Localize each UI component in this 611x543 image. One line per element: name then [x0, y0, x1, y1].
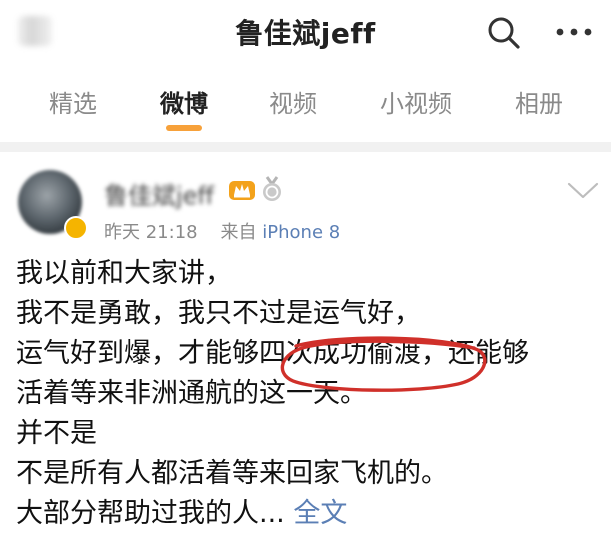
tab-weibo[interactable]: 微博 [160, 84, 208, 119]
post-body: 我以前和大家讲， 我不是勇敢，我只不过是运气好， 运气好到爆，才能够四次成功偷渡… [16, 254, 606, 534]
post-line: 不是所有人都活着等来回家飞机的。 [16, 458, 448, 489]
post-line: 并不是 [16, 418, 97, 449]
crown-badge-icon [229, 181, 255, 200]
full-text-link[interactable]: 全文 [293, 498, 347, 529]
post-source-prefix: 来自 [220, 222, 257, 243]
section-divider [0, 142, 611, 152]
post-time: 昨天 21:18 [104, 222, 198, 243]
top-bar: 鲁佳斌jeff [0, 0, 611, 66]
post-username[interactable]: 鲁佳斌jeff [104, 176, 214, 211]
post-line-last: 大部分帮助过我的人... 全文 [16, 494, 606, 534]
highlight-circle [280, 336, 487, 392]
tab-videos[interactable]: 视频 [269, 84, 317, 119]
profile-tabs: 精选 微博 视频 小视频 相册 [0, 66, 611, 142]
verified-badge-icon [64, 216, 88, 240]
post-meta: 昨天 21:18 来自 iPhone 8 [104, 218, 340, 244]
more-icon[interactable] [552, 12, 596, 52]
active-tab-indicator [166, 125, 202, 131]
tab-short-videos[interactable]: 小视频 [380, 84, 452, 119]
tab-albums[interactable]: 相册 [515, 84, 563, 119]
post-line: 我以前和大家讲， [16, 258, 232, 289]
post-device[interactable]: iPhone 8 [262, 222, 340, 243]
post-line: 我不是勇敢，我只不过是运气好， [16, 298, 421, 329]
chevron-down-icon[interactable] [566, 180, 600, 202]
tab-featured[interactable]: 精选 [49, 84, 97, 119]
search-icon[interactable] [485, 14, 523, 52]
medal-badge-icon [263, 176, 281, 201]
post-line: 大部分帮助过我的人... [16, 498, 294, 529]
